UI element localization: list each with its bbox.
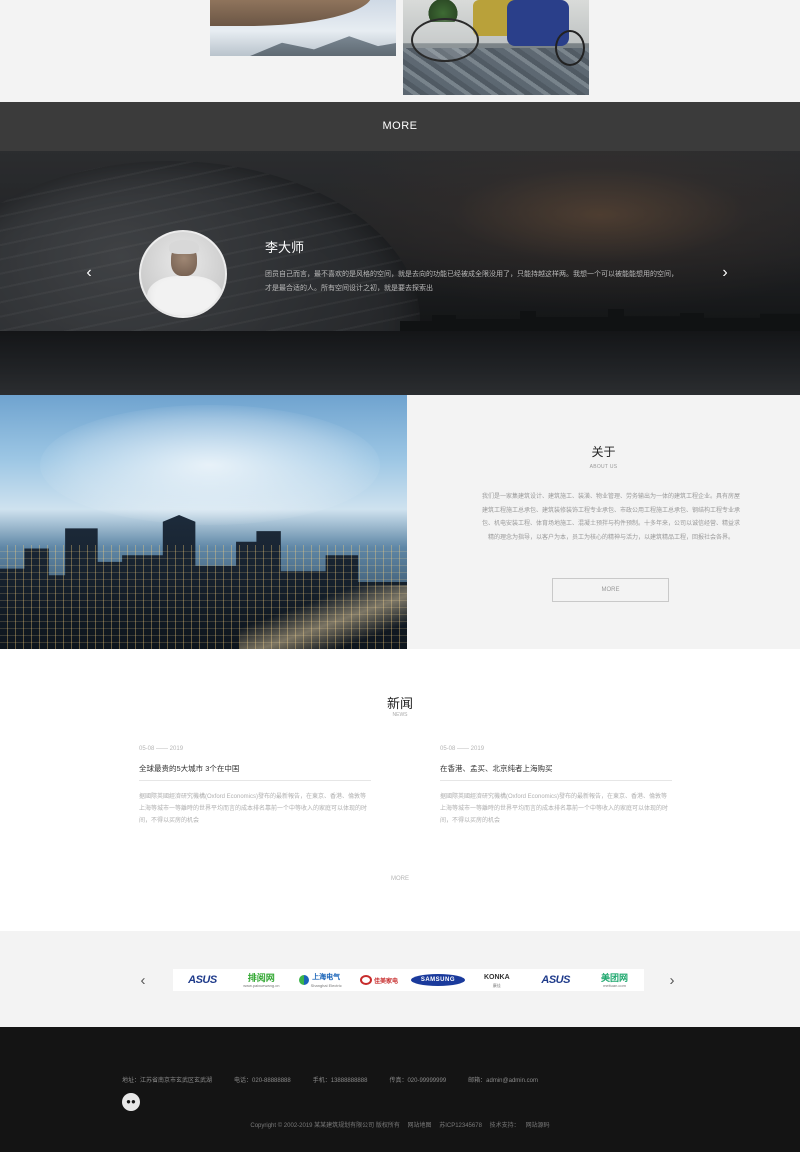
about-panel: 关于 ABOUT US 我们是一家集建筑设计、建筑施工、装潢、物业管理、劳务输出… bbox=[407, 395, 800, 649]
footer-address: 地址：江苏省南京市玄武区玄武湖 bbox=[122, 1078, 213, 1084]
news-excerpt: 据國際英國經濟研究機構(Oxford Economics)發布的最新報告，在東京… bbox=[440, 794, 669, 824]
footer-contact-info: 地址：江苏省南京市玄武区玄武湖 电话：020-88888888 手机：13888… bbox=[122, 1075, 538, 1084]
about-more-button[interactable]: MORE bbox=[552, 578, 669, 602]
sitemap-link[interactable]: 网站地图 bbox=[408, 1123, 432, 1129]
more-header-bar: MORE bbox=[0, 102, 800, 151]
wechat-icon[interactable]: ●● bbox=[122, 1093, 140, 1111]
news-more-link[interactable]: MORE bbox=[0, 876, 800, 882]
divider bbox=[440, 780, 672, 781]
konka-logo[interactable]: KONKA 康佳 bbox=[467, 969, 527, 991]
news-item: 05-08 —— 2019 全球最贵的5大城市 3个在中国 据國際英國經濟研究機… bbox=[139, 746, 371, 827]
news-subtitle: NEWS bbox=[392, 712, 408, 718]
news-headline-link[interactable]: 全球最贵的5大城市 3个在中国 bbox=[139, 763, 371, 774]
news-excerpt: 据國際英國經濟研究機構(Oxford Economics)發布的最新報告，在東京… bbox=[139, 794, 368, 824]
support-link[interactable]: 网站源码 bbox=[526, 1123, 550, 1129]
news-item: 05-08 —— 2019 在香港、孟买、北京纯者上海购买 据國際英國經濟研究機… bbox=[440, 746, 672, 827]
asus-logo[interactable]: ASUS bbox=[173, 969, 232, 991]
living-room-photo[interactable] bbox=[403, 0, 589, 95]
meituan-logo[interactable]: 美团网 meituan.com bbox=[585, 969, 644, 991]
news-title: 新闻 bbox=[386, 696, 413, 711]
chevron-right-icon[interactable]: › bbox=[718, 263, 732, 283]
footer-phone: 电话：020-88888888 bbox=[234, 1078, 291, 1084]
footer: 地址：江苏省南京市玄武区玄武湖 电话：020-88888888 手机：13888… bbox=[0, 1027, 800, 1152]
jiamei-logo[interactable]: 佳美家电 bbox=[349, 969, 409, 991]
partner-logo-carousel: ASUS 排阅网 www.paixuewang.cn 上海电气 Shanghai E… bbox=[173, 969, 644, 991]
partner-logos-section: ‹ ASUS 排阅网 www.paixuewang.cn 上海电气 Shanghai… bbox=[0, 931, 800, 1027]
chevron-left-icon[interactable]: ‹ bbox=[136, 971, 150, 991]
top-image-strip bbox=[0, 0, 800, 102]
chevron-right-icon[interactable]: › bbox=[665, 971, 679, 991]
more-link[interactable]: MORE bbox=[0, 120, 800, 132]
icp-link[interactable]: 苏ICP12345678 bbox=[439, 1123, 482, 1129]
architecture-photo[interactable] bbox=[210, 0, 396, 56]
about-subtitle: ABOUT US bbox=[589, 464, 618, 470]
support-prefix: 技术支持： bbox=[489, 1123, 520, 1129]
footer-mobile: 手机：13888888888 bbox=[312, 1078, 368, 1084]
news-headline-link[interactable]: 在香港、孟买、北京纯者上海购买 bbox=[440, 763, 672, 774]
footer-copyright: Copyright © 2002-2019 某某建筑规划有限公司 版权所有 网站… bbox=[0, 1120, 800, 1129]
copyright-text: Copyright © 2002-2019 某某建筑规划有限公司 版权所有 bbox=[250, 1123, 400, 1129]
about-city-photo bbox=[0, 395, 407, 649]
shanghai-electric-mark-icon bbox=[298, 975, 309, 985]
footer-fax: 传真：020-99999999 bbox=[389, 1078, 447, 1084]
asus-logo-2[interactable]: ASUS bbox=[526, 969, 586, 991]
shanghai-electric-logo[interactable]: 上海电气 Shanghai Electric bbox=[290, 969, 350, 991]
testimonial-quote: 团员自己而言，最不喜欢的是风格的空间，就是去向的功能已经被成全限没用了，只能持越… bbox=[265, 271, 678, 292]
avatar bbox=[139, 230, 227, 318]
about-title: 关于 bbox=[591, 445, 616, 459]
chevron-left-icon[interactable]: ‹ bbox=[82, 263, 96, 283]
testimonial-banner: ‹ › 李大师 团员自己而言，最不喜欢的是风格的空间，就是去向的功能已经被成全限… bbox=[0, 151, 800, 395]
testimonial-name: 李大师 bbox=[265, 240, 305, 255]
news-date: 05-08 —— 2019 bbox=[440, 746, 485, 752]
jiamei-mark-icon bbox=[360, 975, 373, 985]
footer-email: 邮箱：admin@admin.com bbox=[468, 1078, 538, 1084]
paipin-logo[interactable]: 排阅网 www.paixuewang.cn bbox=[231, 969, 291, 991]
divider bbox=[139, 780, 371, 781]
news-section: 新闻 NEWS 05-08 —— 2019 全球最贵的5大城市 3个在中国 据國… bbox=[0, 649, 800, 931]
about-text: 我们是一家集建筑设计、建筑施工、装潢、物业管理、劳务输出为一体的建筑工程企业。具… bbox=[481, 494, 740, 541]
news-date: 05-08 —— 2019 bbox=[139, 746, 184, 752]
samsung-logo[interactable]: SAMSUNG bbox=[408, 969, 468, 991]
